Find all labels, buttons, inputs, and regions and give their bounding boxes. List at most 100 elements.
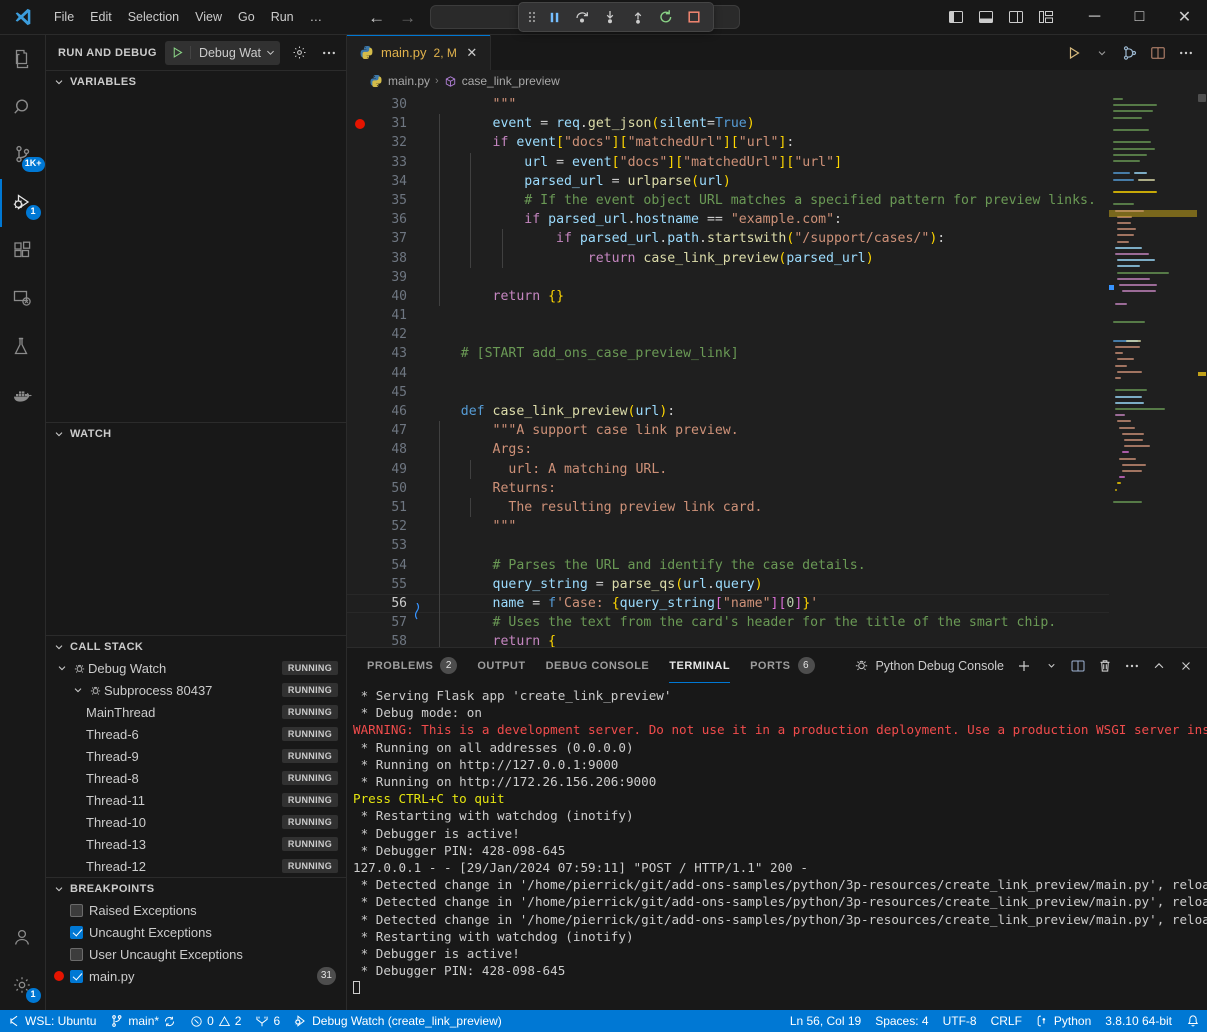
close-button[interactable]: ✕ (1162, 0, 1207, 35)
start-debugging-icon[interactable] (165, 46, 191, 59)
run-python-file-icon[interactable] (1061, 40, 1087, 66)
watch-section-header[interactable]: WATCH (46, 422, 346, 444)
code-line[interactable]: 56 name = f'Case: {query_string["name"][… (347, 594, 1109, 613)
menu-run[interactable]: Run (263, 6, 302, 28)
debug-toolbar[interactable] (518, 2, 714, 32)
sidebar-item-source-control[interactable]: 1K+ (0, 131, 46, 179)
terminal-cursor[interactable] (353, 979, 1201, 996)
status-debug-session[interactable]: Debug Watch (create_link_preview) (287, 1010, 509, 1032)
go-forward-icon[interactable]: → (399, 9, 416, 26)
launch-config-select[interactable]: Debug Wat (191, 46, 280, 60)
code-line[interactable]: 43 # [START add_ons_case_preview_link] (347, 344, 1109, 363)
status-cursor-position[interactable]: Ln 56, Col 19 (783, 1010, 868, 1032)
restart-button[interactable] (653, 6, 679, 28)
customize-layout-icon[interactable] (1032, 4, 1060, 30)
editor-scrollbar[interactable] (1197, 92, 1207, 647)
code-line[interactable]: 44 (347, 364, 1109, 383)
code-line[interactable]: 58 return { (347, 632, 1109, 647)
split-terminal-icon[interactable] (1065, 653, 1091, 679)
breakpoint-row[interactable]: User Uncaught Exceptions (46, 943, 346, 965)
breakpoint-row[interactable]: main.py31 (46, 965, 346, 987)
go-back-icon[interactable]: ← (368, 9, 385, 26)
code-line[interactable]: 36 if parsed_url.hostname == "example.co… (347, 210, 1109, 229)
call-stack-row[interactable]: Thread-8RUNNING (46, 767, 346, 789)
terminal-dropdown-chevron-down-icon[interactable] (1038, 653, 1064, 679)
editor-more-actions-icon[interactable] (1173, 40, 1199, 66)
code-line[interactable]: 31 event = req.get_json(silent=True) (347, 114, 1109, 133)
code-line[interactable]: 52 """ (347, 517, 1109, 536)
call-stack-row[interactable]: Thread-9RUNNING (46, 745, 346, 767)
chevron-down-icon[interactable] (54, 662, 70, 674)
code-line[interactable]: 48 Args: (347, 440, 1109, 459)
sidebar-item-testing[interactable] (0, 323, 46, 371)
breadcrumb-file[interactable]: main.py (388, 74, 430, 88)
menu-file[interactable]: File (46, 6, 82, 28)
kill-terminal-trash-icon[interactable] (1092, 653, 1118, 679)
maximize-panel-chevron-up-icon[interactable] (1146, 653, 1172, 679)
status-indentation[interactable]: Spaces: 4 (868, 1010, 935, 1032)
sidebar-item-remote-explorer[interactable] (0, 275, 46, 323)
step-over-button[interactable] (569, 6, 595, 28)
code-line[interactable]: 53 (347, 536, 1109, 555)
debug-launch-config[interactable]: Debug Wat (165, 41, 280, 65)
breakpoint-dot-icon[interactable] (355, 119, 365, 129)
sidebar-item-docker[interactable] (0, 371, 46, 419)
call-stack-row[interactable]: Thread-13RUNNING (46, 833, 346, 855)
sidebar-item-run-and-debug[interactable]: 1 (0, 179, 46, 227)
tab-problems[interactable]: PROBLEMS 2 (357, 648, 467, 683)
call-stack-row[interactable]: Debug WatchRUNNING (46, 657, 346, 679)
call-stack-row[interactable]: Thread-12RUNNING (46, 855, 346, 877)
status-language-mode[interactable]: Python (1029, 1010, 1098, 1032)
split-editor-right-icon[interactable] (1145, 40, 1171, 66)
code-line[interactable]: 50 Returns: (347, 479, 1109, 498)
breakpoint-row[interactable]: Raised Exceptions (46, 899, 346, 921)
code-editor[interactable]: 30 """31 event = req.get_json(silent=Tru… (347, 92, 1207, 647)
sidebar-item-search[interactable] (0, 83, 46, 131)
breakpoint-row[interactable]: Uncaught Exceptions (46, 921, 346, 943)
breakpoint-checkbox[interactable] (70, 926, 83, 939)
code-line[interactable]: 49 url: A matching URL. (347, 460, 1109, 479)
active-terminal-name[interactable]: Python Debug Console (854, 658, 1010, 673)
sidebar-item-extensions[interactable] (0, 227, 46, 275)
menu-view[interactable]: View (187, 6, 230, 28)
toggle-primary-sidebar-icon[interactable] (942, 4, 970, 30)
stop-button[interactable] (681, 6, 707, 28)
call-stack-row[interactable]: MainThreadRUNNING (46, 701, 346, 723)
breakpoints-section-header[interactable]: BREAKPOINTS (46, 877, 346, 899)
pause-button[interactable] (541, 6, 567, 28)
call-stack-row[interactable]: Thread-10RUNNING (46, 811, 346, 833)
minimize-button[interactable]: ─ (1072, 0, 1117, 35)
breakpoint-checkbox[interactable] (70, 904, 83, 917)
tab-debug-console[interactable]: DEBUG CONSOLE (536, 648, 660, 683)
close-panel-icon[interactable] (1173, 653, 1199, 679)
run-options-chevron-down-icon[interactable] (1089, 40, 1115, 66)
code-line[interactable]: 32 if event["docs"]["matchedUrl"]["url"]… (347, 133, 1109, 152)
code-line[interactable]: 54 # Parses the URL and identify the cas… (347, 556, 1109, 575)
maximize-button[interactable]: □ (1117, 0, 1162, 35)
code-lines[interactable]: 30 """31 event = req.get_json(silent=Tru… (347, 92, 1109, 647)
code-line[interactable]: 41 (347, 306, 1109, 325)
status-problems[interactable]: 0 2 (183, 1010, 248, 1032)
debug-configure-gear-icon[interactable] (288, 42, 310, 64)
code-line[interactable]: 39 (347, 268, 1109, 287)
call-stack-section-header[interactable]: CALL STACK (46, 635, 346, 657)
step-out-button[interactable] (625, 6, 651, 28)
breakpoint-checkbox[interactable] (70, 948, 83, 961)
tab-close-icon[interactable]: ✕ (464, 45, 480, 61)
toggle-secondary-sidebar-icon[interactable] (1002, 4, 1030, 30)
sidebar-item-explorer[interactable] (0, 35, 46, 83)
drag-handle-icon[interactable] (525, 10, 539, 24)
variables-section-header[interactable]: VARIABLES (46, 70, 346, 92)
status-encoding[interactable]: UTF-8 (936, 1010, 984, 1032)
code-line[interactable]: 38 return case_link_preview(parsed_url) (347, 249, 1109, 268)
status-python-interpreter[interactable]: 3.8.10 64-bit (1098, 1010, 1179, 1032)
tab-terminal[interactable]: TERMINAL (659, 648, 740, 683)
step-into-button[interactable] (597, 6, 623, 28)
menu-edit[interactable]: Edit (82, 6, 120, 28)
status-notifications[interactable] (1179, 1010, 1207, 1032)
panel-more-actions-icon[interactable] (1119, 653, 1145, 679)
code-line[interactable]: 55 query_string = parse_qs(url.query) (347, 575, 1109, 594)
toggle-panel-icon[interactable] (972, 4, 1000, 30)
code-line[interactable]: 37 if parsed_url.path.startswith("/suppo… (347, 229, 1109, 248)
sidebar-more-actions-icon[interactable] (318, 42, 340, 64)
